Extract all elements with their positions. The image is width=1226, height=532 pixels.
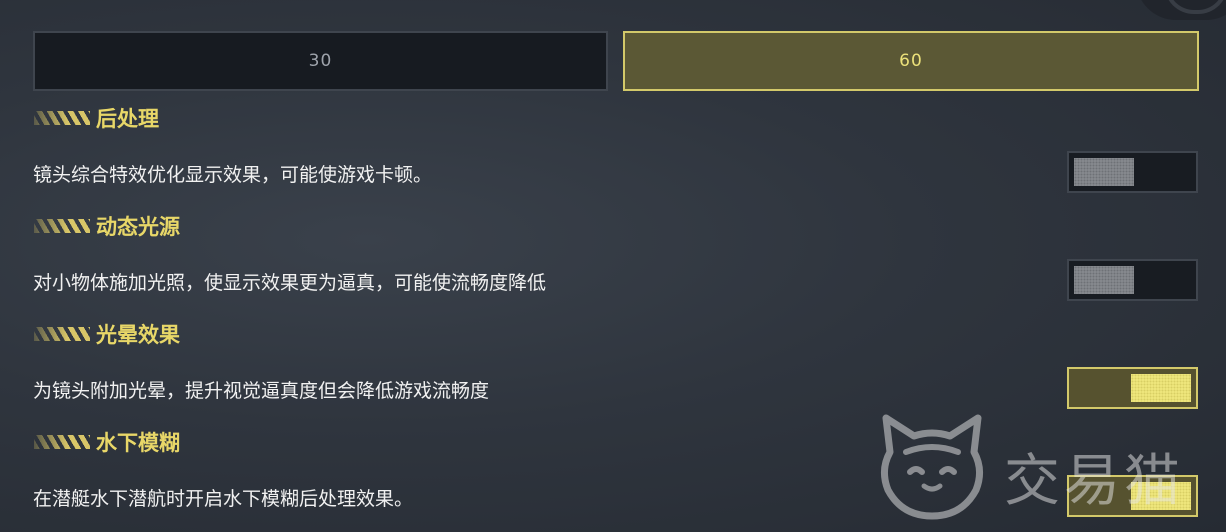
setting-description: 对小物体施加光照，使显示效果更为逼真，可能使流畅度降低 (33, 272, 547, 294)
section-header-post-processing: 后处理 (34, 104, 159, 132)
post-processing-toggle[interactable] (1067, 151, 1198, 193)
stripe-icon (34, 435, 90, 449)
toggle-knob (1074, 158, 1134, 186)
stripe-icon (34, 219, 90, 233)
toggle-knob (1131, 374, 1191, 402)
fps-option-30[interactable]: 30 (33, 31, 608, 91)
corner-control (1136, 0, 1226, 20)
cat-logo-icon (881, 414, 983, 520)
toggle-knob (1131, 482, 1191, 510)
section-title: 水下模糊 (96, 431, 180, 455)
section-header-glow: 光晕效果 (34, 320, 180, 348)
fps-option-60[interactable]: 60 (623, 31, 1199, 91)
section-header-dynamic-light: 动态光源 (34, 212, 180, 240)
underwater-blur-toggle[interactable] (1067, 475, 1198, 517)
stripe-icon (34, 111, 90, 125)
glow-toggle[interactable] (1067, 367, 1198, 409)
section-title: 动态光源 (96, 215, 180, 239)
toggle-knob (1074, 266, 1134, 294)
section-title: 后处理 (96, 107, 159, 131)
section-header-underwater-blur: 水下模糊 (34, 428, 180, 456)
section-title: 光晕效果 (96, 323, 180, 347)
fps-option-30-label: 30 (308, 51, 333, 71)
stripe-icon (34, 327, 90, 341)
setting-description: 为镜头附加光晕，提升视觉逼真度但会降低游戏流畅度 (33, 380, 490, 402)
dynamic-light-toggle[interactable] (1067, 259, 1198, 301)
setting-description: 在潜艇水下潜航时开启水下模糊后处理效果。 (33, 488, 414, 510)
setting-description: 镜头综合特效优化显示效果，可能使游戏卡顿。 (33, 164, 433, 186)
fps-option-60-label: 60 (899, 51, 923, 71)
